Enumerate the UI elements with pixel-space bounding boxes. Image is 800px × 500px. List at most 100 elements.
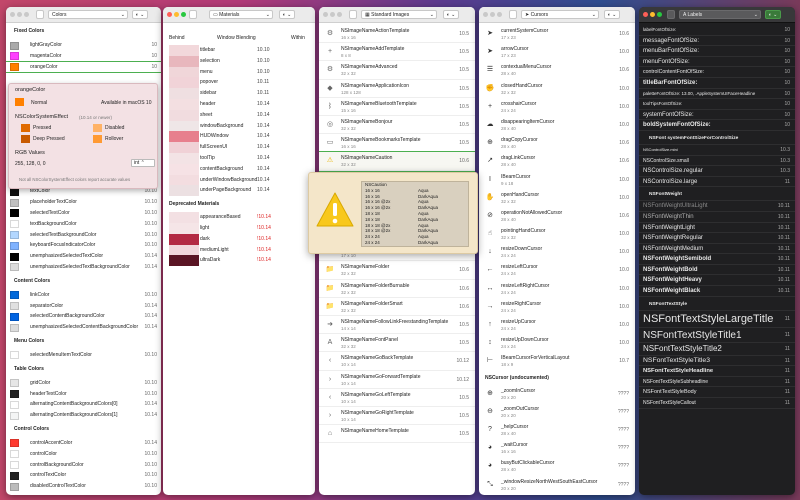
colors-popup[interactable]: Colors ⌄ <box>48 10 128 19</box>
cursor-row[interactable]: ↑ resizeUpCursor 24 x 24 10.0 <box>479 316 635 334</box>
zoom-button[interactable] <box>181 12 186 17</box>
label-row[interactable]: NSFontWeightLight 10.11 <box>639 223 795 234</box>
material-row[interactable]: contentBackground 10.14 <box>163 163 315 175</box>
label-row[interactable]: NSFontTextStyleTitle1 11 <box>639 328 795 344</box>
cursor-row[interactable]: ☁ disappearingItemCursor 28 x 40 10.0 <box>479 116 635 134</box>
color-row[interactable]: linkColor 10.10 <box>6 290 161 301</box>
color-row[interactable]: controlBackgroundColor 10.10 <box>6 460 161 471</box>
image-row[interactable]: + NSImageNameAddTemplate 8 x 8 10.5 <box>319 43 475 62</box>
close-button[interactable] <box>323 12 328 17</box>
color-row[interactable]: alternatingContentBackgroundColors[0] 10.… <box>6 399 161 410</box>
cursor-row[interactable]: ⤡ _windowResizeNorthWestSouthEastCursor 20… <box>479 476 635 494</box>
label-row[interactable]: NSFontWeightMedium 10.11 <box>639 244 795 255</box>
color-row[interactable]: placeholderTextColor 10.10 <box>6 197 161 208</box>
material-row[interactable]: underWindowBackground 10.14 <box>163 174 315 186</box>
label-row[interactable]: NSFontWeightRegular 10.11 <box>639 233 795 244</box>
close-button[interactable] <box>483 12 488 17</box>
sidebar-toggle-button[interactable] <box>36 10 44 19</box>
zoom-button[interactable] <box>657 12 662 17</box>
image-row[interactable]: ᛒ NSImageNameBluetoothTemplate 15 x 16 10.5 <box>319 98 475 116</box>
color-row[interactable]: unemphasizedSelectedContentBackgroundCol… <box>6 322 161 333</box>
image-row[interactable]: A NSImageNameFontPanel 32 x 32 10.5 <box>319 334 475 353</box>
label-row[interactable]: NSFontWeightThin 10.11 <box>639 212 795 223</box>
material-row[interactable]: header 10.14 <box>163 98 315 110</box>
color-row[interactable]: textBackgroundColor 10.10 <box>6 219 161 230</box>
close-button[interactable] <box>643 12 648 17</box>
image-row[interactable]: ▭ NSImageNameBookmarksTemplate 16 x 16 10.5 <box>319 134 475 153</box>
cursor-row[interactable]: ↔ resizeLeftRightCursor 24 x 24 10.0 <box>479 280 635 298</box>
appearance-button[interactable]: ◐ ⌄ <box>279 10 295 19</box>
color-row[interactable]: orangeColor 10 <box>6 60 161 74</box>
cursor-row[interactable]: → resizeRightCursor 24 x 24 10.0 <box>479 298 635 316</box>
label-row[interactable]: NSFontTextStyleTitle3 11 <box>639 356 795 367</box>
color-row[interactable]: lightGrayColor 10 <box>6 40 161 51</box>
label-row[interactable]: NSFontWeightHeavy 10.11 <box>639 275 795 287</box>
cursor-row[interactable]: ? _helpCursor 28 x 40???? <box>479 421 635 439</box>
color-row[interactable]: gridColor 10.10 <box>6 378 161 389</box>
label-row[interactable]: boldSystemFontOfSize: 10 <box>639 120 795 131</box>
label-row[interactable]: NSControlSize.mini 10.3 <box>639 145 795 156</box>
material-row[interactable]: titlebar 10.10 <box>163 45 315 56</box>
cursor-row[interactable]: ⊕ _zoomInCursor 20 x 20???? <box>479 385 635 403</box>
label-row[interactable]: menuBarFontOfSize: 10 <box>639 46 795 57</box>
color-row[interactable]: disabledControlTextColor 10.10 <box>6 481 161 492</box>
label-row[interactable]: menuFontOfSize: 10 <box>639 57 795 68</box>
cursor-row[interactable]: ↓ resizeDownCursor 24 x 24 10.0 <box>479 243 635 261</box>
cursor-row[interactable]: ↕ resizeUpDownCursor 24 x 24 10.0 <box>479 334 635 352</box>
image-row[interactable]: ⚙ NSImageNameAdvanced 32 x 32 10.5 <box>319 61 475 80</box>
material-row[interactable]: dark !10.14 <box>163 233 315 245</box>
color-row[interactable]: unemphasizedSelectedTextColor 10.14 <box>6 251 161 262</box>
label-row[interactable]: NSFontWeightUltraLight 10.11 <box>639 201 795 212</box>
material-row[interactable]: mediumLight !10.14 <box>163 244 315 256</box>
color-row[interactable]: controlAccentColor 10.14 <box>6 438 161 449</box>
cursor-row[interactable]: ☝ pointingHandCursor 32 x 32 10.0 <box>479 225 635 243</box>
material-row[interactable]: appearanceBased !10.14 <box>163 212 315 223</box>
color-row[interactable]: controlColor 10.10 <box>6 449 161 460</box>
material-row[interactable]: underPageBackground 10.14 <box>163 185 315 197</box>
color-row[interactable]: keyboardFocusIndicatorColor 10.10 <box>6 240 161 251</box>
minimize-button[interactable] <box>650 12 655 17</box>
rgb-format-select[interactable]: int ⌃ <box>131 159 155 167</box>
cursors-popup[interactable]: ➤ Cursors ⌄ <box>521 10 599 19</box>
label-row[interactable]: NSFontTextStyleCallout 11 <box>639 398 795 409</box>
cursor-row[interactable]: ↗ dragLinkCursor 28 x 40 10.6 <box>479 152 635 170</box>
color-row[interactable]: magentaColor 10 <box>6 51 161 62</box>
material-row[interactable]: selection 10.10 <box>163 55 315 67</box>
image-row[interactable]: 📁 NSImageNameFolder 32 x 32 10.6 <box>319 261 475 280</box>
image-row[interactable]: 📁 NSImageNameFolderBurnable 32 x 32 10.6 <box>319 280 475 298</box>
color-row[interactable]: selectedContentBackgroundColor 10.14 <box>6 311 161 322</box>
close-button[interactable] <box>167 12 172 17</box>
cursor-row[interactable]: ⊕ dragCopyCursor 28 x 40 10.6 <box>479 134 635 152</box>
cursor-row[interactable]: ⊖ _zoomOutCursor 20 x 20???? <box>479 403 635 421</box>
materials-popup[interactable]: ▭ Materials ⌄ <box>209 10 273 19</box>
image-row[interactable]: 📁 NSImageNameFolderSmart 32 x 32 10.6 <box>319 298 475 316</box>
images-popup[interactable]: ▦ Standard Images ⌄ <box>361 10 437 19</box>
cursor-row[interactable]: ✋ openHandCursor 32 x 32 10.0 <box>479 189 635 207</box>
material-row[interactable]: light !10.14 <box>163 222 315 234</box>
minimize-button[interactable] <box>17 12 22 17</box>
label-row[interactable]: NSControlSize.regular 10.3 <box>639 166 795 177</box>
color-row[interactable]: selectedTextBackgroundColor 10.10 <box>6 230 161 241</box>
cursor-row[interactable]: ◕ _waitCursor 16 x 16???? <box>479 439 635 457</box>
label-row[interactable]: NSFontWeightSemibold 10.11 <box>639 254 795 265</box>
cursor-row[interactable]: ➤ currentSystemCursor 17 x 23 10.6 <box>479 25 635 43</box>
zoom-button[interactable] <box>337 12 342 17</box>
cursor-row[interactable]: ⊢ IBeamCursorForVerticalLayout 18 x 9 10.7 <box>479 352 635 370</box>
label-row[interactable]: NSFontTextStyleHeadline 11 <box>639 366 795 377</box>
image-row[interactable]: ➜ NSImageNameFollowLinkFreestandingTempla… <box>319 316 475 335</box>
minimize-button[interactable] <box>174 12 179 17</box>
label-row[interactable]: NSControlSize.small 10.3 <box>639 156 795 167</box>
label-row[interactable]: NSFontTextStyleLargeTitle 11 <box>639 311 795 328</box>
labels-popup[interactable]: A Labels ⌄ <box>679 10 761 19</box>
label-row[interactable]: paletteFontOfSize: 13.00, .AppleSystemUI… <box>639 89 795 100</box>
material-row[interactable]: menu 10.10 <box>163 66 315 78</box>
cursor-row[interactable]: ☰ contextualMenuCursor 28 x 40 10.6 <box>479 61 635 79</box>
zoom-button[interactable] <box>24 12 29 17</box>
color-row[interactable]: alternatingContentBackgroundColors[1] 10.… <box>6 410 161 421</box>
cursor-row[interactable]: ← resizeLeftCursor 24 x 24 10.0 <box>479 261 635 279</box>
cursor-row[interactable]: ✊ closedHandCursor 32 x 32 10.0 <box>479 80 635 98</box>
label-row[interactable]: NSFontWeightBlack 10.11 <box>639 286 795 297</box>
minimize-button[interactable] <box>490 12 495 17</box>
appearance-button[interactable]: ◐ ⌄ <box>132 10 148 19</box>
label-row[interactable]: controlContentFontOfSize: 10 <box>639 67 795 78</box>
